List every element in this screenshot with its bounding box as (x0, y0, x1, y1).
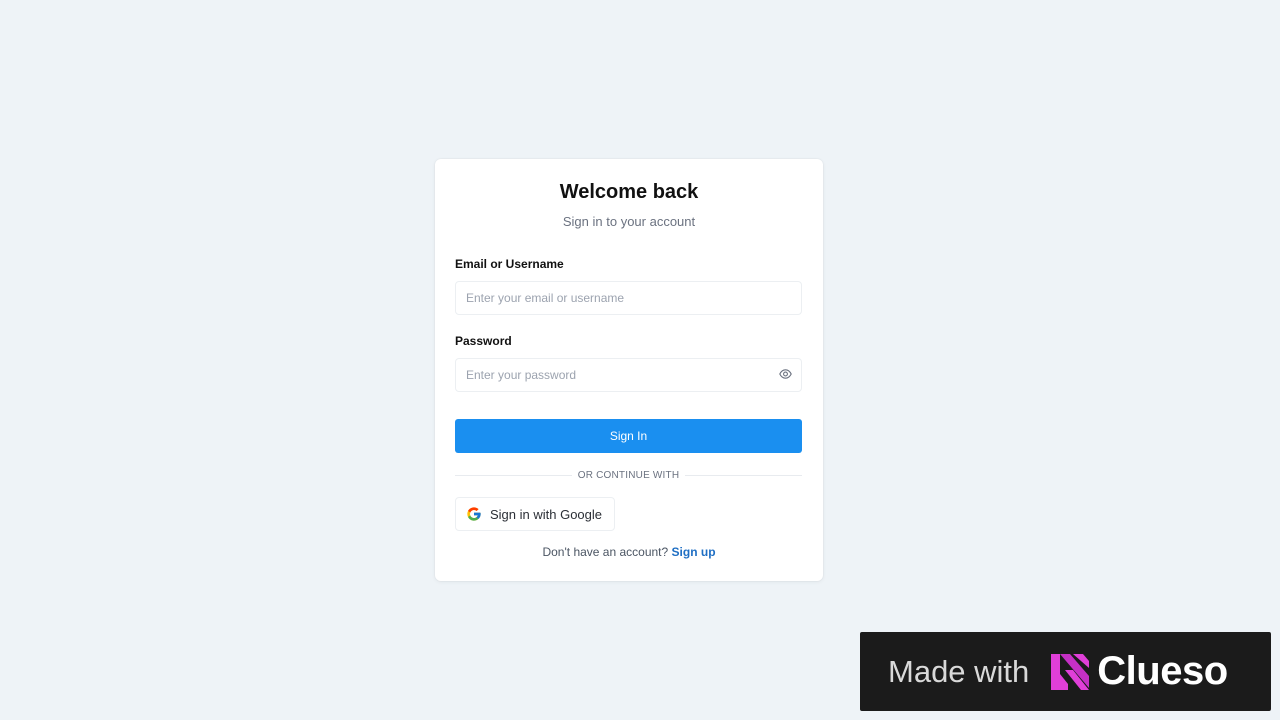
signup-prompt: Don't have an account? (542, 545, 669, 559)
email-input[interactable] (455, 281, 802, 315)
eye-icon[interactable] (778, 368, 792, 380)
sign-in-button[interactable]: Sign In (455, 419, 802, 453)
email-label: Email or Username (455, 257, 564, 271)
divider: OR CONTINUE WITH (455, 468, 802, 482)
made-with-clueso-watermark: Made with Clueso (860, 632, 1271, 711)
clueso-logo-icon (1051, 653, 1090, 690)
page-subtitle: Sign in to your account (562, 214, 696, 229)
password-input[interactable] (455, 358, 802, 392)
signup-row: Don't have an account? Sign up (435, 545, 823, 559)
login-card: Welcome back Sign in to your account Ema… (435, 159, 823, 581)
sign-up-link[interactable]: Sign up (672, 545, 716, 559)
watermark-brand: Clueso (1097, 649, 1228, 693)
google-sign-in-button[interactable]: Sign in with Google (455, 497, 615, 531)
password-label: Password (455, 334, 512, 348)
google-button-label: Sign in with Google (490, 506, 603, 522)
eye-icon-svg (778, 369, 792, 379)
divider-line-left (455, 474, 572, 476)
watermark-made-with: Made with (888, 653, 1030, 689)
page-title: Welcome back (559, 181, 699, 203)
divider-text: OR CONTINUE WITH (577, 469, 680, 481)
divider-line-right (685, 474, 802, 476)
google-icon (467, 507, 481, 521)
